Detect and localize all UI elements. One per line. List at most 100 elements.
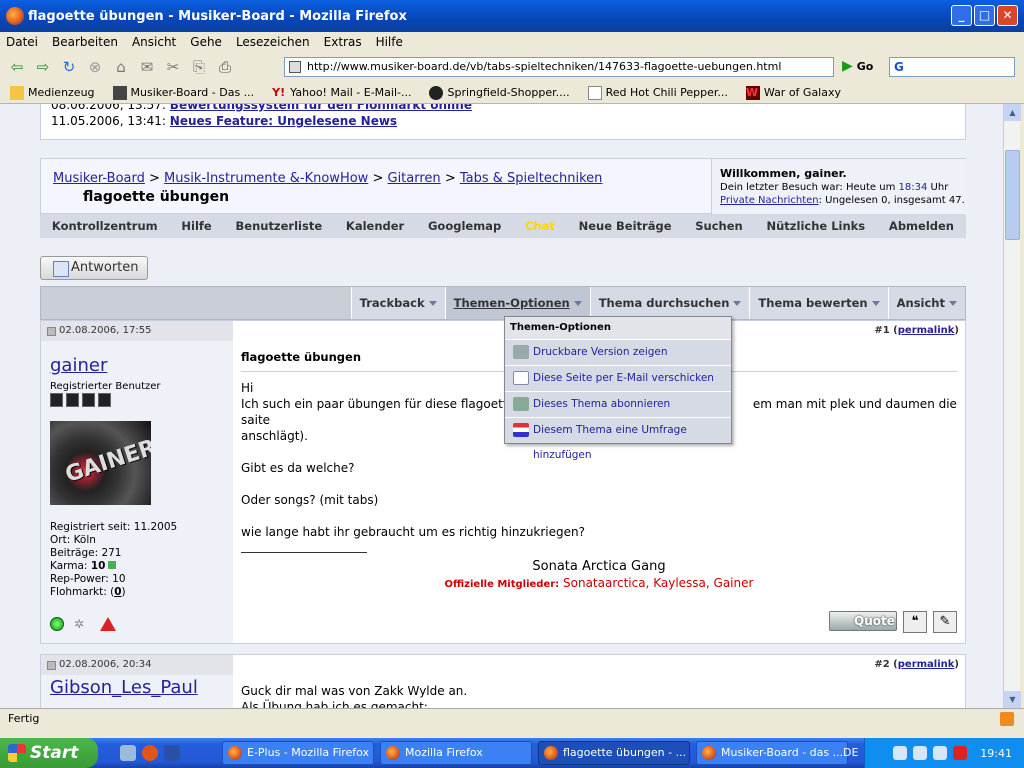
news-link[interactable]: Bewertungssystem für den Flohmarkt onlin… (170, 104, 472, 112)
nav-googlemap[interactable]: Googlemap (428, 219, 501, 233)
home-icon[interactable]: ⌂ (110, 56, 132, 78)
online-status-icon (50, 617, 64, 631)
permalink-link[interactable]: permalink (898, 325, 955, 336)
site-icon (112, 85, 127, 100)
clock: 19:41 (980, 746, 1012, 760)
tray-icon[interactable] (953, 746, 967, 760)
print-version-item[interactable]: Druckbare Version zeigen (505, 339, 731, 365)
trackback-menu[interactable]: Trackback (350, 287, 445, 319)
bookmark-item[interactable]: Y! Yahoo! Mail - E-Mail-... (272, 86, 411, 100)
username-link[interactable]: Gibson_Les_Paul (50, 677, 198, 698)
post-date: 02.08.2006, 17:55 (59, 325, 152, 336)
nav-benutzerliste[interactable]: Benutzerliste (236, 219, 323, 233)
news-date: 08.06.2006, 13:57: (51, 104, 166, 112)
menu-datei[interactable]: Datei (6, 35, 38, 49)
nav-suchen[interactable]: Suchen (695, 219, 742, 233)
nav-kalender[interactable]: Kalender (346, 219, 404, 233)
maximize-button[interactable]: □ (974, 5, 995, 26)
welcome-panel: Willkommen, gainer. Dein letzter Besuch … (711, 159, 967, 215)
bookmark-item[interactable]: Springfield-Shopper.... (429, 85, 570, 100)
nav-chat[interactable]: Chat (525, 219, 555, 233)
email-page-item[interactable]: Diese Seite per E-Mail verschicken (505, 365, 731, 391)
desktop-icon[interactable] (120, 745, 136, 761)
tray-icon[interactable] (933, 746, 947, 760)
vertical-scrollbar[interactable]: ▲ ▼ (1003, 104, 1021, 708)
task-flagoette[interactable]: flagoette übungen - ... (538, 741, 690, 765)
post-line: Gibt es da welche? (241, 461, 355, 475)
bookmark-folder[interactable]: Medienzeug (10, 85, 95, 100)
scroll-down-icon[interactable]: ▼ (1004, 691, 1021, 708)
thema-bewerten-menu[interactable]: Thema bewerten (749, 287, 888, 319)
close-button[interactable]: ✕ (997, 5, 1018, 26)
minimize-button[interactable]: _ (951, 5, 972, 26)
back-icon[interactable]: ⇦ (6, 56, 28, 78)
nav-kontrollzentrum[interactable]: Kontrollzentrum (52, 219, 158, 233)
last-visit-uhr: Uhr (930, 182, 949, 193)
dropdown-label: Druckbare Version zeigen (533, 346, 668, 358)
stop-icon[interactable]: ⊗ (84, 56, 106, 78)
nav-nuetzliche-links[interactable]: Nützliche Links (767, 219, 866, 233)
signature-title: Sonata Arctica Gang (532, 559, 666, 574)
private-messages-link[interactable]: Private Nachrichten (720, 195, 819, 206)
menu-ansicht[interactable]: Ansicht (132, 35, 176, 49)
print-icon[interactable]: ⎙ (214, 56, 236, 78)
copy-icon[interactable]: ⎘ (188, 56, 210, 78)
report-icon[interactable] (100, 617, 116, 631)
rss-icon[interactable] (1000, 712, 1014, 726)
subscribe-item[interactable]: Dieses Thema abonnieren (505, 391, 731, 417)
url-field[interactable]: http://www.musiker-board.de/vb/tabs-spie… (284, 57, 834, 77)
task-firefox[interactable]: Mozilla Firefox (380, 741, 532, 765)
themen-optionen-menu[interactable]: Themen-Optionen (444, 287, 590, 319)
forward-icon[interactable]: ⇨ (32, 56, 54, 78)
menu-gehe[interactable]: Gehe (190, 35, 222, 49)
flohmarkt-link[interactable]: 0 (114, 586, 121, 598)
mail-icon[interactable]: ✉ (136, 56, 158, 78)
breadcrumb-link[interactable]: Musik-Instrumente &-KnowHow (164, 171, 368, 186)
permalink-link[interactable]: permalink (898, 659, 955, 670)
tray-icon[interactable] (913, 746, 927, 760)
news-link[interactable]: Neues Feature: Ungelesene News (170, 114, 397, 128)
go-button[interactable]: ▶ Go (842, 58, 873, 74)
site-icon: W (745, 85, 760, 100)
search-field[interactable]: G (889, 57, 1015, 77)
reply-button[interactable]: Antworten (40, 256, 148, 280)
bookmark-label: Red Hot Chili Pepper... (605, 86, 728, 99)
tray-icon[interactable] (893, 746, 907, 760)
nav-abmelden[interactable]: Abmelden (889, 219, 954, 233)
task-musikerboard[interactable]: Musiker-Board - das ... (696, 741, 848, 765)
reputation-icon[interactable]: ✲ (74, 617, 90, 631)
add-poll-item[interactable]: Diesem Thema eine Umfrage hinzufügen (505, 417, 731, 461)
breadcrumb-link[interactable]: Gitarren (388, 171, 441, 186)
start-button[interactable]: Start (0, 738, 98, 768)
word-icon[interactable] (164, 745, 180, 761)
username-link[interactable]: gainer (50, 355, 107, 376)
menu-hilfe[interactable]: Hilfe (376, 35, 403, 49)
edit-icon[interactable]: ✎ (933, 611, 957, 633)
nav-hilfe[interactable]: Hilfe (181, 219, 211, 233)
reload-icon[interactable]: ↻ (58, 56, 80, 78)
menu-extras[interactable]: Extras (324, 35, 362, 49)
task-eplus[interactable]: E-Plus - Mozilla Firefox (222, 741, 374, 765)
menu-bearbeiten[interactable]: Bearbeiten (52, 35, 118, 49)
thema-durchsuchen-menu[interactable]: Thema durchsuchen (589, 287, 750, 319)
bookmark-item[interactable]: Red Hot Chili Pepper... (587, 85, 728, 100)
firefox-icon[interactable] (142, 745, 158, 761)
nav-neue-beitraege[interactable]: Neue Beiträge (579, 219, 672, 233)
multiquote-icon[interactable]: ❝ (903, 611, 927, 633)
post-line: wie lange habt ihr gebraucht um es richt… (241, 525, 585, 539)
user-info: Registriert seit: 11.2005 Ort: Köln Beit… (50, 521, 177, 599)
chevron-down-icon (428, 301, 437, 306)
post-number: #1 (permalink) (874, 325, 959, 336)
scroll-thumb[interactable] (1005, 150, 1020, 240)
cut-icon[interactable]: ✂ (162, 56, 184, 78)
bookmark-item[interactable]: Musiker-Board - Das ... (112, 85, 254, 100)
breadcrumb-link[interactable]: Tabs & Spieltechniken (460, 171, 603, 186)
rep-power: Rep-Power: 10 (50, 573, 126, 585)
quote-button[interactable]: Quote (829, 611, 897, 631)
menu-lesezeichen[interactable]: Lesezeichen (236, 35, 310, 49)
scroll-up-icon[interactable]: ▲ (1004, 104, 1021, 121)
language-indicator[interactable]: DE (843, 746, 858, 759)
ansicht-menu[interactable]: Ansicht (887, 287, 965, 319)
bookmark-item[interactable]: W War of Galaxy (745, 85, 841, 100)
breadcrumb-link[interactable]: Musiker-Board (53, 171, 145, 186)
